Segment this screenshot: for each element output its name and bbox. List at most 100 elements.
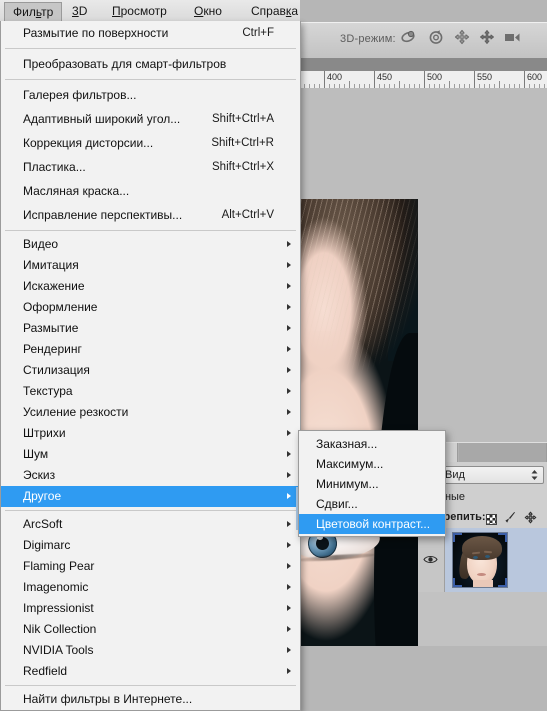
other-filters-submenu[interactable]: Заказная... Максимум... Минимум... Сдвиг...… [298, 430, 446, 537]
menu-item[interactable]: Пластика... Shift+Ctrl+X [1, 155, 300, 179]
layer-thumbnail[interactable] [452, 532, 508, 588]
menu-item-label: Адаптивный широкий угол... [23, 112, 181, 126]
menubar-item-2[interactable]: Просмотр [104, 2, 175, 20]
menu-item[interactable]: Nik Collection [1, 619, 300, 640]
orbit-3d-icon[interactable] [400, 28, 418, 46]
canvas-upper-gray-area [300, 101, 418, 199]
menu-item-label: Размытие [23, 321, 79, 335]
ruler-label: 450 [377, 72, 393, 82]
menubar-item-0[interactable]: Фильтр [4, 2, 63, 22]
menu-item[interactable]: Коррекция дисторсии... Shift+Ctrl+R [1, 131, 300, 155]
menu-item-label: Коррекция дисторсии... [23, 136, 154, 150]
menu-item-label: Оформление [23, 300, 98, 314]
ruler-label: 400 [327, 72, 343, 82]
menu-item[interactable]: Imagenomic [1, 577, 300, 598]
submenu-arrow-icon [287, 409, 291, 415]
menubar-item-4[interactable]: Справка [243, 2, 306, 20]
menubar-item-1[interactable]: 3D [64, 2, 95, 20]
menu-item[interactable]: Видео [1, 234, 300, 255]
menu-item-shortcut: Shift+Ctrl+A [212, 113, 274, 125]
options-bar-icons [400, 28, 522, 46]
lock-icons [486, 511, 537, 527]
submenu-item[interactable]: Сдвиг... [299, 494, 445, 514]
menu-item[interactable]: Impressionist [1, 598, 300, 619]
menu-item[interactable]: Размытие по поверхности Ctrl+F [1, 21, 300, 45]
menu-item[interactable]: Digimarc [1, 535, 300, 556]
menu-item-label: Преобразовать для смарт-фильтров [23, 57, 227, 71]
ruler-major-tick [374, 71, 375, 88]
access-key: П [112, 4, 121, 18]
submenu-arrow-icon [287, 304, 291, 310]
brush-lock-icon[interactable] [504, 511, 517, 527]
horizontal-ruler[interactable]: 400 450 500 550 600 [300, 71, 547, 89]
menu-item[interactable]: Найти фильтры в Интернете... [1, 689, 300, 710]
menu-item[interactable]: Масляная краска... [1, 179, 300, 203]
submenu-item[interactable]: Цветовой контраст... [299, 514, 445, 534]
options-bar-label: 3D-режим: [340, 33, 396, 45]
menu-item[interactable]: Оформление [1, 297, 300, 318]
menu-item[interactable]: Имитация [1, 255, 300, 276]
menu-separator [5, 685, 296, 686]
menu-item[interactable]: Штрихи [1, 423, 300, 444]
menu-item[interactable]: Flaming Pear [1, 556, 300, 577]
menu-item-label: NVIDIA Tools [23, 643, 94, 657]
menu-item-label: Digimarc [23, 538, 71, 552]
position-lock-icon[interactable] [524, 511, 537, 527]
submenu-arrow-icon [287, 262, 291, 268]
submenu-arrow-icon [287, 605, 291, 611]
menubar-item-3[interactable]: Окно [186, 2, 230, 20]
ruler-label: 500 [427, 72, 443, 82]
menu-item-label: Рендеринг [23, 342, 82, 356]
ruler-major-tick [424, 71, 425, 88]
eye-icon[interactable] [423, 554, 438, 568]
submenu-item[interactable]: Максимум... [299, 454, 445, 474]
tab-secondary[interactable] [459, 443, 547, 463]
menu-item[interactable]: Усиление резкости [1, 402, 300, 423]
menu-item[interactable]: Redfield [1, 661, 300, 682]
menu-item[interactable]: Эскиз [1, 465, 300, 486]
menu-item-label: Имитация [23, 258, 79, 272]
ruler-minor-tick [449, 81, 450, 88]
filter-menu[interactable]: Размытие по поверхности Ctrl+F Преобразова… [0, 21, 301, 711]
menu-item[interactable]: Текстура [1, 381, 300, 402]
submenu-item[interactable]: Заказная... [299, 434, 445, 454]
menu-item[interactable]: Адаптивный широкий угол... Shift+Ctrl+A [1, 107, 300, 131]
menu-item[interactable]: Искажение [1, 276, 300, 297]
canvas-dark-band [300, 58, 547, 71]
layer-visibility-cell[interactable] [418, 528, 445, 592]
menu-item[interactable]: Другое [1, 486, 300, 507]
menu-item[interactable]: Размытие [1, 318, 300, 339]
submenu-arrow-icon [287, 388, 291, 394]
menu-item[interactable]: Исправление перспективы... Alt+Ctrl+V [1, 203, 300, 227]
submenu-arrow-icon [287, 241, 291, 247]
menu-item[interactable]: Шум [1, 444, 300, 465]
ruler-minor-tick [499, 81, 500, 88]
layer-row[interactable] [418, 528, 547, 593]
access-key: 3 [72, 4, 79, 18]
submenu-arrow-icon [287, 668, 291, 674]
submenu-arrow-icon [287, 647, 291, 653]
submenu-item[interactable]: Минимум... [299, 474, 445, 494]
menu-item[interactable]: Преобразовать для смарт-фильтров [1, 52, 300, 76]
stepper-arrows-icon[interactable] [530, 469, 539, 481]
menu-separator [5, 48, 296, 49]
submenu-arrow-icon [287, 521, 291, 527]
menu-item-shortcut: Ctrl+F [242, 27, 274, 39]
menu-separator [5, 79, 296, 80]
ruler-label: 600 [527, 72, 543, 82]
roll-3d-icon[interactable] [427, 28, 445, 46]
transparency-lock-icon[interactable] [486, 513, 497, 525]
menu-item[interactable]: ArcSoft [1, 514, 300, 535]
camera-3d-icon[interactable] [504, 30, 522, 44]
pan-3d-icon[interactable] [454, 29, 470, 45]
menu-item[interactable]: Галерея фильтров... [1, 83, 300, 107]
menu-item[interactable]: Рендеринг [1, 339, 300, 360]
menu-item-label: Impressionist [23, 601, 94, 615]
ruler-minor-tick [399, 81, 400, 88]
submenu-arrow-icon [287, 493, 291, 499]
menu-item[interactable]: Стилизация [1, 360, 300, 381]
slide-3d-icon[interactable] [479, 29, 495, 45]
menu-item[interactable]: NVIDIA Tools [1, 640, 300, 661]
menu-item-label: Nik Collection [23, 622, 97, 636]
submenu-arrow-icon [287, 451, 291, 457]
